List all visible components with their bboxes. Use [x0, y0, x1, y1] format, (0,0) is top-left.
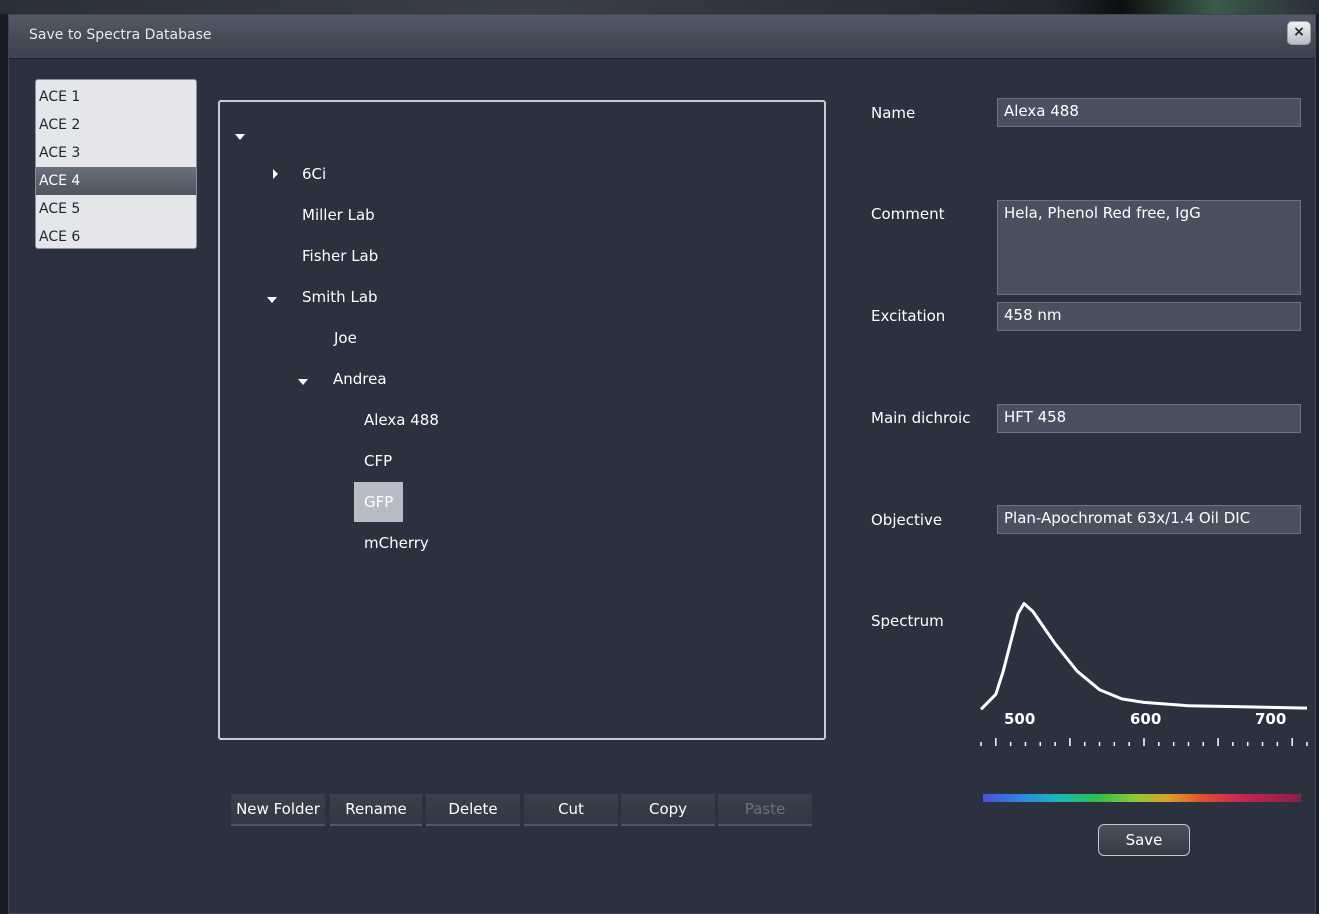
database-tree[interactable]: 6Ci Miller Lab Fisher Lab Smith Lab Joe … [218, 100, 826, 740]
objective-label: Objective [871, 511, 943, 529]
spectrum-axis-ticks [980, 738, 1308, 746]
dialog-title: Save to Spectra Database [29, 27, 212, 43]
ace-list-item[interactable]: ACE 5 [36, 195, 196, 223]
ace-list-item[interactable]: ACE 1 [36, 83, 196, 111]
spectrum-tick-label-600: 600 [1130, 710, 1162, 728]
copy-button[interactable]: Copy [621, 794, 715, 826]
tree-item-joe[interactable]: Joe [334, 324, 357, 352]
wavelength-color-bar [983, 794, 1301, 802]
tree-item-cfp[interactable]: CFP [364, 447, 392, 475]
save-button[interactable]: Save [1098, 824, 1190, 856]
spectrum-curve [979, 602, 1308, 711]
excitation-label: Excitation [871, 307, 946, 325]
root-expand-icon[interactable] [235, 134, 245, 140]
comment-label: Comment [871, 205, 945, 223]
main-dichroic-field[interactable]: HFT 458 [997, 404, 1301, 433]
background-window-strip [0, 0, 1319, 14]
objective-field[interactable]: Plan-Apochromat 63x/1.4 Oil DIC [997, 505, 1301, 534]
new-folder-button[interactable]: New Folder [231, 794, 325, 826]
paste-button[interactable]: Paste [718, 794, 812, 826]
close-icon[interactable]: × [1287, 21, 1311, 45]
ace-list-item[interactable]: ACE 3 [36, 139, 196, 167]
main-dichroic-label: Main dichroic [871, 409, 971, 427]
ace-list-item[interactable]: ACE 6 [36, 223, 196, 251]
rename-button[interactable]: Rename [330, 794, 422, 826]
spectrum-label: Spectrum [871, 612, 944, 630]
cut-button[interactable]: Cut [524, 794, 618, 826]
tree-item-6ci[interactable]: 6Ci [302, 160, 326, 188]
spectrum-tick-label-700: 700 [1255, 710, 1287, 728]
collapse-smith-lab-icon[interactable] [267, 297, 277, 303]
tree-item-mcherry[interactable]: mCherry [364, 529, 429, 557]
tree-item-gfp-selected[interactable]: GFP [354, 482, 404, 522]
ace-list[interactable]: ACE 1 ACE 2 ACE 3 ACE 4 ACE 5 ACE 6 [35, 79, 197, 249]
ace-list-item-selected[interactable]: ACE 4 [36, 167, 196, 195]
collapse-andrea-icon[interactable] [298, 379, 308, 385]
ace-list-item[interactable]: ACE 2 [36, 111, 196, 139]
tree-item-andrea[interactable]: Andrea [333, 365, 387, 393]
name-label: Name [871, 104, 916, 122]
comment-field[interactable]: Hela, Phenol Red free, IgG [997, 200, 1301, 295]
name-field[interactable]: Alexa 488 [997, 98, 1301, 127]
tree-item-smith-lab[interactable]: Smith Lab [302, 283, 378, 311]
spectrum-tick-label-500: 500 [1004, 710, 1036, 728]
excitation-field[interactable]: 458 nm [997, 302, 1301, 331]
tree-item-fisher-lab[interactable]: Fisher Lab [302, 242, 378, 270]
spectrum-plot [979, 602, 1308, 746]
tree-item-alexa-488[interactable]: Alexa 488 [364, 406, 439, 434]
expand-6ci-icon[interactable] [273, 169, 278, 179]
dialog-titlebar[interactable]: Save to Spectra Database × [9, 15, 1315, 59]
delete-button[interactable]: Delete [426, 794, 520, 826]
tree-item-miller-lab[interactable]: Miller Lab [302, 201, 375, 229]
